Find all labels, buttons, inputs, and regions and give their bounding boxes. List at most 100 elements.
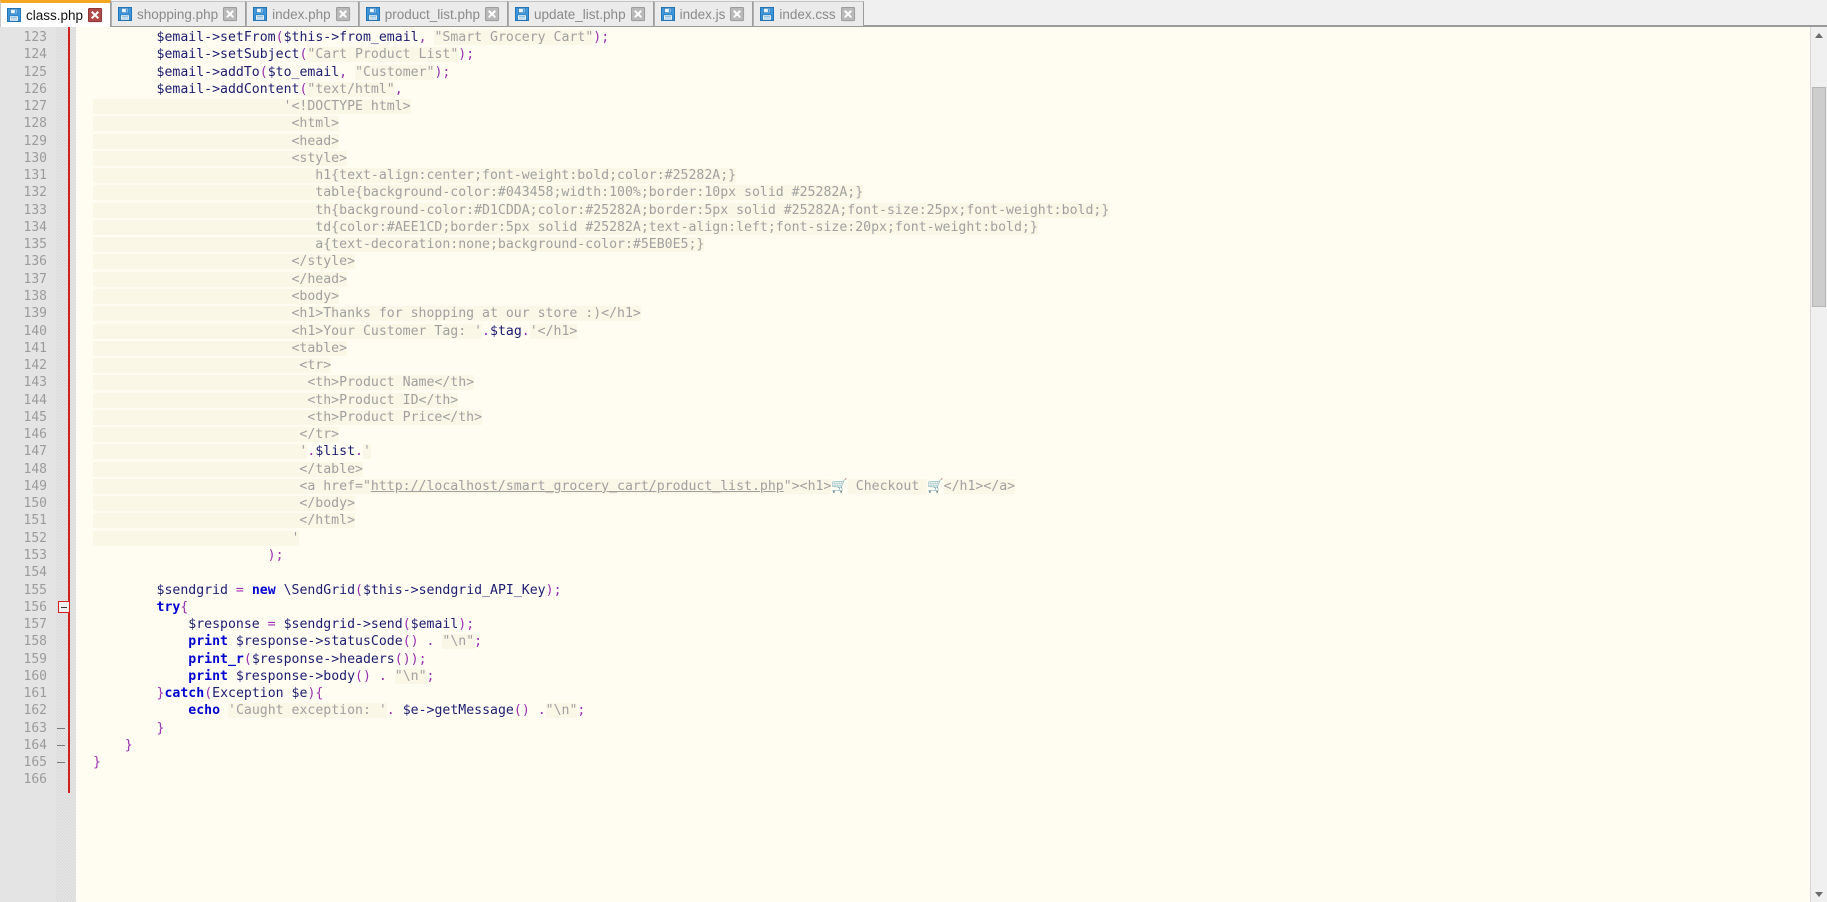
close-icon[interactable]	[631, 7, 646, 22]
line-number: 137	[0, 271, 55, 288]
code-line[interactable]: );	[76, 547, 1827, 564]
code-token-v: $response	[252, 652, 323, 667]
editor-tab-shopping-php[interactable]: shopping.php	[111, 1, 246, 26]
code-token-v: setFrom	[220, 30, 276, 45]
code-line[interactable]: <head>	[76, 133, 1827, 150]
code-token-v: $email	[93, 47, 204, 62]
code-token-v: $response	[228, 634, 307, 649]
code-token-p: ;	[474, 634, 482, 649]
code-line[interactable]: $email->addTo($to_email, "Customer");	[76, 64, 1827, 81]
code-folding-margin[interactable]	[56, 27, 76, 902]
code-line[interactable]: </html>	[76, 512, 1827, 529]
code-line[interactable]: print_r($response->headers());	[76, 651, 1827, 668]
code-token-s: "Customer"	[355, 65, 434, 80]
code-line[interactable]: }	[76, 754, 1827, 771]
fold-row	[56, 530, 76, 547]
editor-tab-product-list-php[interactable]: product_list.php	[359, 1, 508, 26]
code-line[interactable]: }catch(Exception $e){	[76, 685, 1827, 702]
code-line[interactable]: h1{text-align:center;font-weight:bold;co…	[76, 167, 1827, 184]
code-line[interactable]: <th>Product Price</th>	[76, 409, 1827, 426]
code-token-p: .	[482, 324, 490, 339]
fold-row	[56, 305, 76, 322]
fold-end-icon	[57, 728, 65, 729]
code-line[interactable]: $email->setFrom($this->from_email, "Smar…	[76, 29, 1827, 46]
editor-tab-index-js[interactable]: index.js	[654, 1, 754, 26]
code-line[interactable]: <h1>Your Customer Tag: '.$tag.'</h1>	[76, 323, 1827, 340]
code-token-v: $e	[403, 703, 419, 718]
line-number: 150	[0, 495, 55, 512]
editor-tab-update-list-php[interactable]: update_list.php	[508, 1, 654, 26]
line-number: 130	[0, 150, 55, 167]
code-line[interactable]: $sendgrid = new \SendGrid($this->sendgri…	[76, 582, 1827, 599]
editor-tab-label: class.php	[26, 8, 83, 23]
code-text-area[interactable]: $email->setFrom($this->from_email, "Smar…	[76, 27, 1827, 902]
code-token-s: <a href="	[93, 479, 371, 494]
line-number: 160	[0, 668, 55, 685]
code-line[interactable]: th{background-color:#D1CDDA;color:#25282…	[76, 202, 1827, 219]
close-icon[interactable]	[485, 7, 500, 22]
scroll-up-button[interactable]	[1811, 27, 1827, 44]
editor-tab-label: product_list.php	[385, 7, 480, 22]
code-line[interactable]: '<!DOCTYPE html>	[76, 98, 1827, 115]
code-line[interactable]: </body>	[76, 495, 1827, 512]
code-token-p: );	[458, 47, 474, 62]
scroll-down-button[interactable]	[1811, 885, 1827, 902]
fold-row	[56, 651, 76, 668]
line-number: 147	[0, 443, 55, 460]
code-line[interactable]: <tr>	[76, 357, 1827, 374]
close-icon[interactable]	[841, 7, 856, 22]
code-line[interactable]: '	[76, 530, 1827, 547]
code-token-s: <style>	[93, 151, 347, 166]
code-line[interactable]: <th>Product ID</th>	[76, 392, 1827, 409]
code-token-v: addContent	[220, 82, 299, 97]
line-number: 144	[0, 392, 55, 409]
code-token-v: ->	[403, 583, 419, 598]
code-line[interactable]: $email->setSubject("Cart Product List");	[76, 46, 1827, 63]
code-line[interactable]: <h1>Thanks for shopping at our store :)<…	[76, 305, 1827, 322]
fold-row	[56, 547, 76, 564]
editor-tab-index-php[interactable]: index.php	[246, 1, 359, 26]
code-line[interactable]: <style>	[76, 150, 1827, 167]
code-line[interactable]: <body>	[76, 288, 1827, 305]
code-line[interactable]: <th>Product Name</th>	[76, 374, 1827, 391]
fold-row	[56, 478, 76, 495]
code-line[interactable]: echo 'Caught exception: '. $e->getMessag…	[76, 702, 1827, 719]
code-token-s: </h1></a>	[944, 479, 1015, 494]
code-line[interactable]: '.$list.'	[76, 443, 1827, 460]
code-token-p: .	[379, 669, 395, 684]
code-line[interactable]: </style>	[76, 253, 1827, 270]
code-line[interactable]: <html>	[76, 115, 1827, 132]
editor-tab-class-php[interactable]: class.php	[0, 0, 111, 27]
close-icon[interactable]	[88, 8, 103, 23]
code-line[interactable]: }	[76, 720, 1827, 737]
code-line[interactable]	[76, 771, 1827, 788]
code-line[interactable]: $email->addContent("text/html",	[76, 81, 1827, 98]
editor-tab-index-css[interactable]: index.css	[753, 1, 863, 26]
code-line[interactable]: <a href="http://localhost/smart_grocery_…	[76, 478, 1827, 495]
code-line[interactable]: print $response->statusCode() . "\n";	[76, 633, 1827, 650]
code-token-p: (	[403, 617, 411, 632]
fold-row	[56, 685, 76, 702]
code-line[interactable]: <table>	[76, 340, 1827, 357]
close-icon[interactable]	[730, 7, 745, 22]
vertical-scrollbar-thumb[interactable]	[1812, 87, 1826, 307]
vertical-scrollbar[interactable]	[1810, 27, 1827, 902]
code-line[interactable]: print $response->body() . "\n";	[76, 668, 1827, 685]
code-line[interactable]: </table>	[76, 461, 1827, 478]
fold-row	[56, 443, 76, 460]
code-line[interactable]: </head>	[76, 271, 1827, 288]
code-line[interactable]	[76, 564, 1827, 581]
code-line[interactable]: </tr>	[76, 426, 1827, 443]
code-line[interactable]: try{	[76, 599, 1827, 616]
code-line[interactable]: a{text-decoration:none;background-color:…	[76, 236, 1827, 253]
code-line[interactable]: table{background-color:#043458;width:100…	[76, 184, 1827, 201]
fold-collapse-icon[interactable]	[58, 601, 70, 613]
code-token-v: send	[371, 617, 403, 632]
close-icon[interactable]	[336, 7, 351, 22]
code-line[interactable]: td{color:#AEE1CD;border:5px solid #25282…	[76, 219, 1827, 236]
line-number: 127	[0, 98, 55, 115]
code-line[interactable]: }	[76, 737, 1827, 754]
close-icon[interactable]	[223, 7, 238, 22]
code-line[interactable]: $response = $sendgrid->send($email);	[76, 616, 1827, 633]
code-editor[interactable]: 1231241251261271281291301311321331341351…	[0, 27, 1827, 902]
